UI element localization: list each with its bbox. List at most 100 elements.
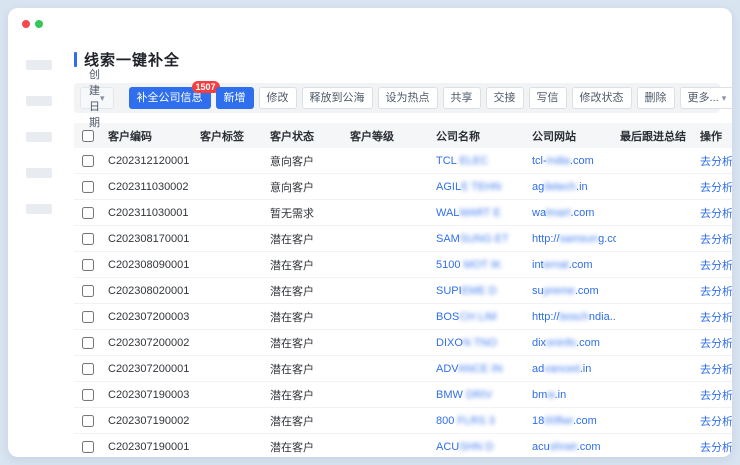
company-name[interactable]: SAMSUNG ET (436, 233, 509, 245)
follow-up-summary-cell (616, 330, 696, 356)
row-checkbox[interactable] (82, 441, 94, 453)
row-checkbox-cell (74, 382, 104, 408)
analyze-customer-link[interactable]: 去分析客户 (700, 416, 732, 428)
company-website-cell: advanced.in (528, 356, 616, 382)
operation-cell: 去分析客户 (696, 382, 732, 408)
customer-level-cell (346, 356, 432, 382)
row-checkbox[interactable] (82, 259, 94, 271)
sidebar-skeleton-item[interactable] (26, 168, 52, 178)
handover-button[interactable]: 交接 (486, 87, 524, 109)
company-website-link[interactable]: tcl-india.com (532, 155, 594, 167)
company-website-link[interactable]: http://boschndia... (532, 311, 616, 323)
row-checkbox[interactable] (82, 363, 94, 375)
more-button[interactable]: 更多... ▾ (680, 87, 732, 109)
company-website-link[interactable]: supreme.com (532, 285, 599, 297)
row-checkbox[interactable] (82, 389, 94, 401)
customer-code-cell: C202311030001 (104, 200, 196, 226)
analyze-customer-link[interactable]: 去分析客户 (700, 312, 732, 324)
row-checkbox[interactable] (82, 311, 94, 323)
row-checkbox[interactable] (82, 207, 94, 219)
company-name[interactable]: ADVANCE IN (436, 363, 502, 375)
customer-code-cell: C202307190002 (104, 408, 196, 434)
company-name[interactable]: BMW DRIV (436, 389, 492, 401)
add-button[interactable]: 新增 (216, 87, 254, 109)
sidebar-skeleton-item[interactable] (26, 60, 52, 70)
row-checkbox[interactable] (82, 181, 94, 193)
window-close-button[interactable] (22, 20, 30, 28)
company-name[interactable]: WALMART E (436, 207, 501, 219)
customer-status-cell: 潜在客户 (266, 356, 346, 382)
customer-level-cell (346, 434, 432, 458)
analyze-customer-link[interactable]: 去分析客户 (700, 234, 732, 246)
sidebar-skeleton-item[interactable] (26, 96, 52, 106)
customer-status-cell: 意向客户 (266, 148, 346, 174)
date-filter-select[interactable]: 创建日期 ▾ (80, 87, 114, 109)
table-row: C202311030001暂无需求WALMART Ewalmart.com去分析… (74, 200, 732, 226)
company-website-link[interactable]: advanced.in (532, 363, 591, 375)
company-website-cell: http://boschndia... (528, 304, 616, 330)
company-name[interactable]: BOSCH LIM (436, 311, 497, 323)
sidebar-skeleton-item[interactable] (26, 204, 52, 214)
write-letter-button[interactable]: 写信 (529, 87, 567, 109)
company-website-link[interactable]: dixoninfo.com (532, 337, 600, 349)
select-all-checkbox[interactable] (82, 130, 94, 142)
follow-up-summary-cell (616, 434, 696, 458)
company-website-link[interactable]: bmw.in (532, 389, 566, 401)
share-button[interactable]: 共享 (443, 87, 481, 109)
operation-cell: 去分析客户 (696, 434, 732, 458)
company-name[interactable]: ACUSHN D (436, 441, 493, 453)
sidebar-skeleton-item[interactable] (26, 132, 52, 142)
operation-cell: 去分析客户 (696, 174, 732, 200)
company-website-cell: walmart.com (528, 200, 616, 226)
operation-cell: 去分析客户 (696, 226, 732, 252)
company-name[interactable]: 5100 MOT IK (436, 259, 501, 271)
customer-level-cell (346, 226, 432, 252)
set-hot-button[interactable]: 设为热点 (378, 87, 438, 109)
row-checkbox[interactable] (82, 233, 94, 245)
company-website-link[interactable]: acushnet.com (532, 441, 601, 453)
company-name[interactable]: SUPIEME D (436, 285, 497, 297)
company-name[interactable]: DIXON TNO (436, 337, 497, 349)
company-name[interactable]: AGILE TEHN (436, 181, 501, 193)
customer-level-cell (346, 278, 432, 304)
analyze-customer-link[interactable]: 去分析客户 (700, 208, 732, 220)
analyze-customer-link[interactable]: 去分析客户 (700, 338, 732, 350)
customer-tag-cell (196, 278, 266, 304)
company-name-cell: SUPIEME D (432, 278, 528, 304)
customer-code-cell: C202312120001 (104, 148, 196, 174)
customer-code-cell: C202308020001 (104, 278, 196, 304)
row-checkbox-cell (74, 200, 104, 226)
customer-tag-cell (196, 408, 266, 434)
company-name[interactable]: TCL ELEC (436, 155, 488, 167)
customer-level-cell (346, 174, 432, 200)
analyze-customer-link[interactable]: 去分析客户 (700, 442, 732, 454)
change-status-button[interactable]: 修改状态 (572, 87, 632, 109)
company-website-link[interactable]: 1800flwr.com (532, 415, 597, 427)
analyze-customer-link[interactable]: 去分析客户 (700, 156, 732, 168)
release-to-pool-button[interactable]: 释放到公海 (302, 87, 373, 109)
analyze-customer-link[interactable]: 去分析客户 (700, 286, 732, 298)
row-checkbox-cell (74, 304, 104, 330)
analyze-customer-link[interactable]: 去分析客户 (700, 364, 732, 376)
delete-button[interactable]: 删除 (637, 87, 675, 109)
follow-up-summary-cell (616, 200, 696, 226)
company-name[interactable]: 800 FLRS 3 (436, 415, 495, 427)
row-checkbox[interactable] (82, 415, 94, 427)
row-checkbox[interactable] (82, 155, 94, 167)
company-website-link[interactable]: internat.com (532, 259, 593, 271)
analyze-customer-link[interactable]: 去分析客户 (700, 182, 732, 194)
follow-up-summary-cell (616, 304, 696, 330)
company-website-link[interactable]: walmart.com (532, 207, 594, 219)
row-checkbox[interactable] (82, 337, 94, 349)
column-header: 客户等级 (346, 123, 432, 148)
row-checkbox-cell (74, 226, 104, 252)
analyze-customer-link[interactable]: 去分析客户 (700, 390, 732, 402)
window-maximize-button[interactable] (35, 20, 43, 28)
analyze-customer-link[interactable]: 去分析客户 (700, 260, 732, 272)
company-website-link[interactable]: agiletech.in (532, 181, 588, 193)
row-checkbox[interactable] (82, 285, 94, 297)
complete-company-info-button[interactable]: 补全公司信息 1507 (129, 87, 211, 109)
row-checkbox-cell (74, 278, 104, 304)
company-website-link[interactable]: http://samsung.com (532, 233, 616, 245)
modify-button[interactable]: 修改 (259, 87, 297, 109)
